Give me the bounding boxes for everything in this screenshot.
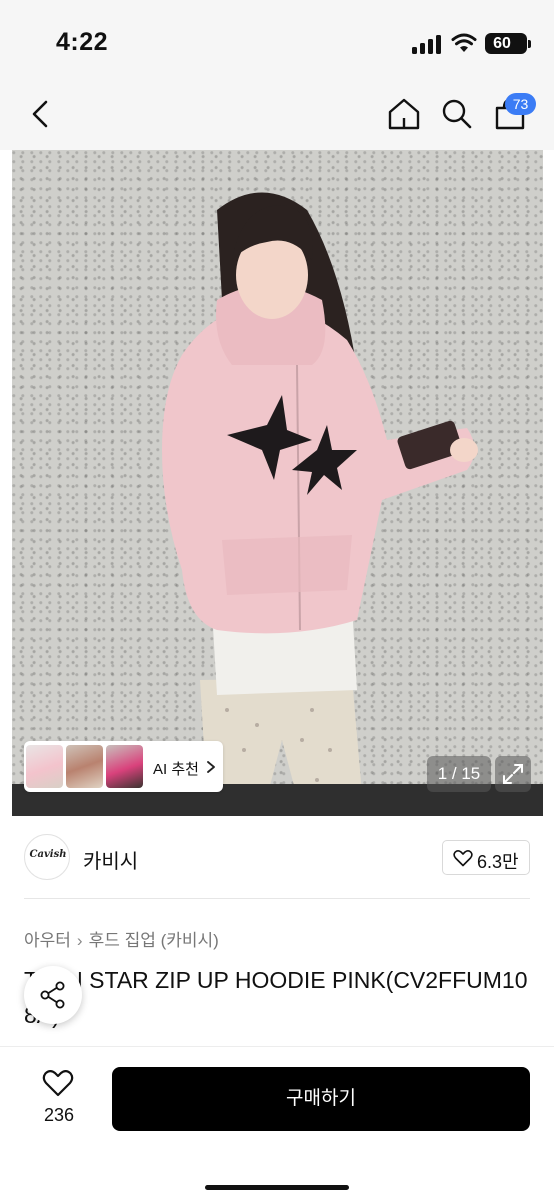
- seller-logo[interactable]: Cavish: [24, 834, 70, 880]
- breadcrumb-item-category[interactable]: 아우터: [24, 931, 71, 950]
- buy-button[interactable]: 구매하기: [112, 1067, 530, 1131]
- breadcrumb: 아우터 › 후드 집업 (카비시): [24, 926, 219, 951]
- product-image[interactable]: 1 / 15: [12, 150, 543, 816]
- share-icon: [40, 981, 65, 1009]
- home-indicator: [205, 1185, 349, 1190]
- battery-level: 60: [493, 35, 511, 52]
- seller-logo-text: Cavish: [29, 849, 67, 860]
- ai-thumbnail-3: [106, 745, 143, 788]
- wishlist-count: 236: [43, 1105, 75, 1125]
- divider: [24, 898, 530, 899]
- ai-thumbnail-2: [66, 745, 103, 788]
- heart-icon: [42, 1070, 74, 1097]
- battery-cap: [528, 40, 531, 48]
- image-counter: 1 / 15: [427, 756, 491, 792]
- bottom-bar-divider: [0, 1046, 554, 1047]
- ai-recommend-label: AI 추천: [153, 761, 199, 778]
- search-icon[interactable]: [437, 94, 477, 134]
- home-icon[interactable]: [384, 94, 424, 134]
- expand-icon[interactable]: [495, 756, 531, 792]
- wishlist-button[interactable]: 236: [30, 1068, 88, 1130]
- status-bar: 4:22 60: [0, 0, 554, 80]
- seller-like-count: 6.3만: [477, 852, 519, 872]
- navigation-bar: 73: [0, 80, 554, 150]
- share-button[interactable]: [24, 966, 82, 1024]
- back-icon[interactable]: [24, 96, 60, 132]
- battery-icon: 60: [485, 33, 527, 54]
- cart-count-badge: 73: [505, 93, 536, 115]
- seller-name[interactable]: 카비시: [83, 845, 138, 874]
- breadcrumb-item-subcategory[interactable]: 후드 집업 (카비시): [89, 931, 219, 950]
- cellular-signal-icon: [412, 34, 442, 54]
- chevron-right-icon: [207, 761, 215, 773]
- ai-thumbnail-1: [26, 745, 63, 788]
- heart-icon: [453, 850, 473, 867]
- wifi-icon: [451, 33, 477, 52]
- product-title: TWIN STAR ZIP UP HOODIE PINK(CV2FFUM108A…: [24, 967, 528, 1028]
- breadcrumb-separator-icon: ›: [76, 931, 83, 950]
- seller-like-button[interactable]: 6.3만: [442, 840, 530, 875]
- status-time: 4:22: [56, 28, 109, 56]
- product-photo-illustration: [12, 192, 543, 816]
